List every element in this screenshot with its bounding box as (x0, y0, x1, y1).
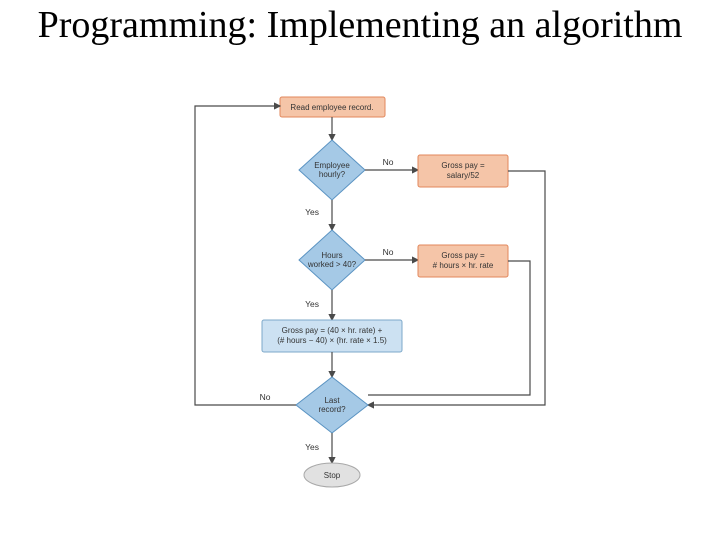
hours40-l2: worked > 40? (307, 260, 357, 269)
read-record-label: Read employee record. (290, 103, 373, 112)
hourly-no-label: No (383, 157, 394, 167)
flowchart: Read employee record. Employee hourly? N… (150, 95, 565, 525)
hours40-no-label: No (383, 247, 394, 257)
decision-hourly-l2: hourly? (319, 170, 346, 179)
hours40-yes-label: Yes (305, 299, 319, 309)
loop-arrow (195, 106, 296, 405)
salary-l2: salary/52 (447, 171, 480, 180)
regpay-l1: Gross pay = (441, 251, 485, 260)
decision-hourly-l1: Employee (314, 161, 350, 170)
last-l1: Last (324, 396, 340, 405)
hours40-l1: Hours (321, 251, 342, 260)
salary-l1: Gross pay = (441, 161, 485, 170)
stop-label: Stop (324, 471, 341, 480)
last-yes-label: Yes (305, 442, 319, 452)
slide-title: Programming: Implementing an algorithm (20, 5, 700, 47)
last-no-label: No (260, 392, 271, 402)
regpay-l2: # hours × hr. rate (433, 261, 494, 270)
ot-l2: (# hours − 40) × (hr. rate × 1.5) (277, 336, 387, 345)
arrow (368, 171, 545, 405)
ot-l1: Gross pay = (40 × hr. rate) + (282, 326, 383, 335)
last-l2: record? (318, 405, 346, 414)
hourly-yes-label: Yes (305, 207, 319, 217)
